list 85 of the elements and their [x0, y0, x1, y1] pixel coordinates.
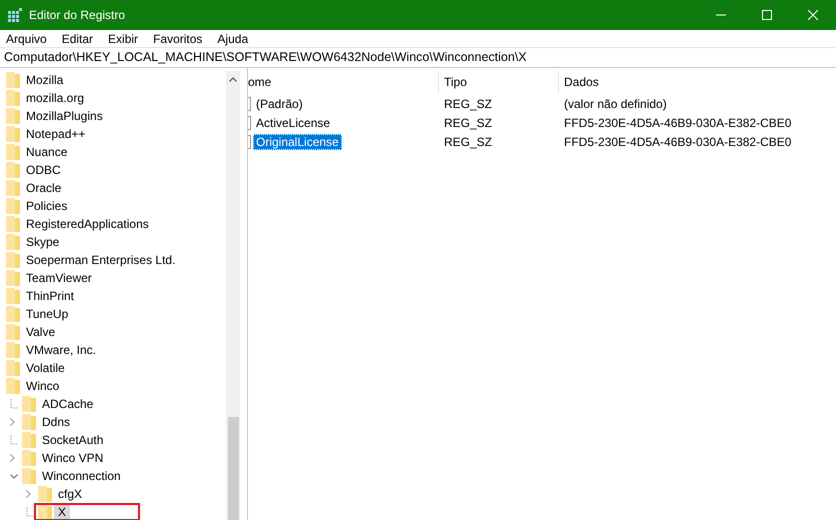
table-cell-text: REG_SZ	[443, 96, 494, 110]
folder-icon	[6, 306, 20, 322]
tree-line	[26, 507, 34, 517]
tree-item[interactable]: TuneUp	[22, 306, 72, 322]
menu-item[interactable]: Favoritos	[153, 32, 202, 46]
tree-item[interactable]: TeamViewer	[22, 270, 96, 286]
tree-item[interactable]: Valve	[22, 324, 60, 340]
folder-icon	[6, 342, 20, 358]
chevron-down-icon[interactable]	[10, 474, 18, 478]
folder-icon	[6, 288, 20, 304]
table-cell-text: FFD5-230E-4D5A-46B9-030A-E382-CBE0	[563, 116, 792, 130]
folder-icon	[6, 90, 20, 106]
tree-item[interactable]: mozilla.org	[22, 90, 88, 106]
column-header[interactable]: Dados	[559, 71, 836, 94]
tree-item[interactable]: Oracle	[22, 180, 66, 196]
tree-item[interactable]: MozillaPlugins	[22, 108, 107, 124]
chevron-right-icon[interactable]	[10, 418, 15, 426]
folder-icon	[6, 144, 20, 160]
registry-icon	[8, 8, 22, 22]
tree-item[interactable]: cfgX	[54, 486, 86, 502]
tree-item[interactable]: VMware, Inc.	[22, 342, 100, 358]
value-icon	[248, 116, 251, 130]
scroll-up-icon[interactable]	[229, 77, 237, 82]
folder-icon	[6, 126, 20, 142]
folder-icon	[6, 72, 20, 88]
value-icon	[248, 134, 251, 148]
column-header[interactable]: Tipo	[439, 71, 559, 94]
scrollbar-thumb[interactable]	[228, 417, 239, 520]
table-cell-text: FFD5-230E-4D5A-46B9-030A-E382-CBE0	[563, 134, 792, 148]
column-header[interactable]: ome	[248, 71, 439, 94]
tree-item[interactable]: Skype	[22, 234, 64, 250]
folder-icon	[6, 378, 20, 394]
value-name[interactable]: (Padrão)	[253, 96, 306, 112]
folder-icon	[6, 108, 20, 124]
tree-item[interactable]: Policies	[22, 198, 72, 214]
folder-icon	[6, 234, 20, 250]
window-title: Editor do Registro	[29, 8, 126, 22]
tree-item[interactable]: X	[54, 504, 70, 520]
folder-icon	[6, 198, 20, 214]
folder-icon	[38, 486, 52, 502]
folder-icon	[6, 162, 20, 178]
tree-item[interactable]: ODBC	[22, 162, 65, 178]
value-name[interactable]: ActiveLicense	[253, 114, 334, 130]
folder-icon	[6, 180, 20, 196]
tree-item[interactable]: Ddns	[38, 414, 74, 430]
folder-icon	[6, 324, 20, 340]
tree-item[interactable]: Mozilla	[22, 72, 68, 88]
value-icon	[248, 96, 251, 110]
tree-item[interactable]: Nuance	[22, 144, 72, 160]
folder-icon	[22, 450, 36, 466]
tree-line	[10, 435, 18, 445]
menu-item[interactable]: Ajuda	[217, 32, 248, 46]
menu-item[interactable]: Editar	[62, 32, 94, 46]
tree-item[interactable]: ThinPrint	[22, 288, 78, 304]
table-cell-text: REG_SZ	[443, 134, 494, 148]
chevron-right-icon[interactable]	[26, 490, 31, 498]
folder-icon	[22, 414, 36, 430]
table-cell-text: REG_SZ	[443, 116, 494, 130]
tree-item[interactable]: ADCache	[38, 396, 98, 412]
tree-item[interactable]: Notepad++	[22, 126, 90, 142]
chevron-right-icon[interactable]	[10, 454, 15, 462]
folder-icon	[6, 270, 20, 286]
table-cell-text: (valor não definido)	[563, 96, 668, 110]
folder-icon	[6, 360, 20, 376]
menu-item[interactable]: Exibir	[108, 32, 138, 46]
menu-item[interactable]: Arquivo	[6, 32, 47, 46]
tree-item[interactable]: Winconnection	[38, 468, 125, 484]
value-name[interactable]: OriginalLicense	[253, 134, 342, 150]
folder-icon	[22, 432, 36, 448]
tree-item[interactable]: SocketAuth	[38, 432, 108, 448]
folder-icon	[38, 504, 52, 520]
folder-icon	[6, 252, 20, 268]
tree-line	[10, 399, 18, 409]
address-bar[interactable]: Computador\HKEY_LOCAL_MACHINE\SOFTWARE\WOW6432Node\Winco\Winconnection\X	[0, 47, 836, 68]
tree-item[interactable]: Soeperman Enterprises Ltd.	[22, 252, 180, 268]
close-icon	[808, 10, 818, 20]
folder-icon	[22, 468, 36, 484]
tree-item[interactable]: Volatile	[22, 360, 69, 376]
tree-item[interactable]: Winco	[22, 378, 64, 394]
scrollbar[interactable]	[226, 71, 240, 520]
tree-item[interactable]: RegisteredApplications	[22, 216, 153, 232]
tree-item[interactable]: Winco VPN	[38, 450, 108, 466]
folder-icon	[22, 396, 36, 412]
folder-icon	[6, 216, 20, 232]
maximize-icon	[762, 10, 772, 20]
